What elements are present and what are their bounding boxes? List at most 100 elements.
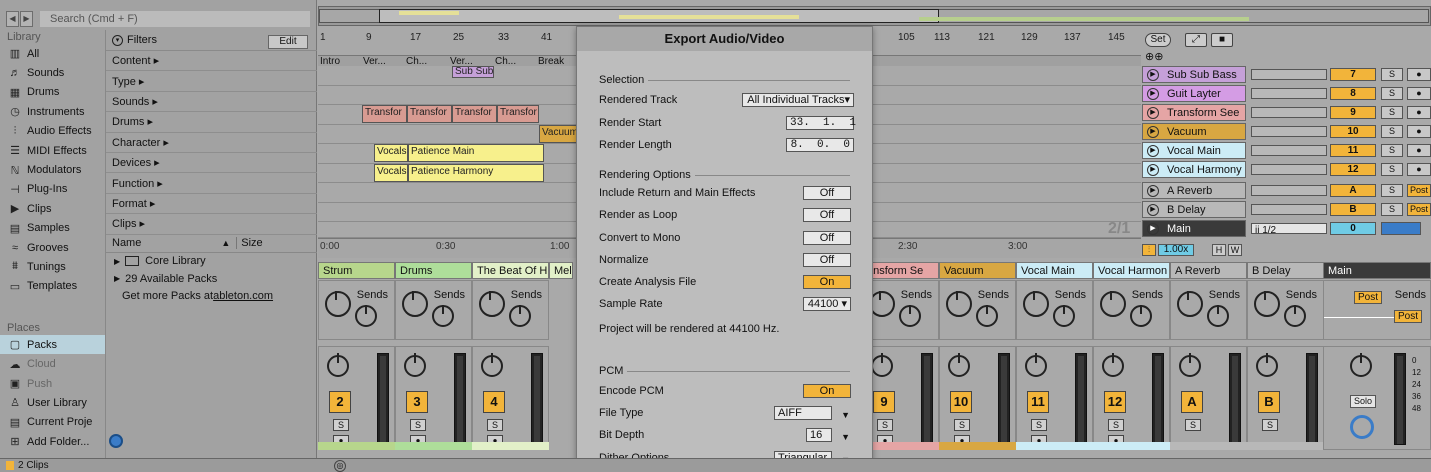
solo-button[interactable]: S xyxy=(1381,184,1403,197)
track-activator[interactable]: 8 xyxy=(1330,87,1376,100)
cue-volume-knob[interactable] xyxy=(1350,415,1374,439)
follow-icon[interactable]: ⫶ xyxy=(1142,244,1156,256)
solo-button[interactable] xyxy=(1381,222,1421,235)
arm-button[interactable]: ● xyxy=(1407,68,1431,81)
track-header[interactable]: ▶Mainii 1/200 xyxy=(1141,220,1431,238)
file-type-select[interactable]: AIFF xyxy=(774,406,832,420)
pan-knob[interactable] xyxy=(871,353,893,377)
ableton-link[interactable]: ableton.com xyxy=(213,290,273,302)
places-item[interactable]: ♙ User Library xyxy=(0,393,105,412)
track-input-bar[interactable] xyxy=(1251,204,1327,215)
clip[interactable]: Transfor xyxy=(362,105,407,123)
track-activator[interactable]: 10 xyxy=(950,391,972,413)
arm-button[interactable]: ● xyxy=(1407,144,1431,157)
strip-name[interactable]: Vocal Main xyxy=(1016,262,1093,279)
solo-button[interactable]: S xyxy=(877,419,893,431)
filter-row[interactable]: Clips ▸ xyxy=(106,214,317,235)
pan-knob[interactable] xyxy=(1025,353,1047,377)
volume-meter[interactable] xyxy=(377,353,389,445)
clip[interactable]: Vacuum xyxy=(539,124,579,143)
pan-knob[interactable] xyxy=(327,353,349,377)
solo-button[interactable]: S xyxy=(1381,163,1403,176)
track-activator[interactable]: B xyxy=(1258,391,1280,413)
send-b-knob[interactable] xyxy=(1053,305,1075,327)
track-input-bar[interactable]: ii 1/2 xyxy=(1251,223,1327,236)
encode-pcm-toggle[interactable]: On xyxy=(803,384,851,398)
play-icon[interactable]: ▶ xyxy=(1147,164,1159,176)
option-toggle[interactable]: Off xyxy=(803,186,851,200)
solo-button[interactable]: S xyxy=(954,419,970,431)
play-icon[interactable]: ▶ xyxy=(1147,204,1159,216)
main-output-select[interactable]: ii 1/2 xyxy=(1252,225,1276,236)
track-activator[interactable]: 4 xyxy=(483,391,505,413)
set-button[interactable]: Set xyxy=(1145,33,1171,47)
option-toggle[interactable]: Off xyxy=(803,253,851,267)
play-icon[interactable]: ▶ xyxy=(1147,185,1159,197)
track-activator[interactable]: 12 xyxy=(1330,163,1376,176)
h-button[interactable]: H xyxy=(1212,244,1226,256)
track-header[interactable]: ▶ Vocal Main 11 S ● xyxy=(1141,142,1431,160)
post-button[interactable]: Post xyxy=(1354,291,1382,304)
send-b-knob[interactable] xyxy=(432,305,454,327)
option-toggle[interactable]: Off xyxy=(803,231,851,245)
track-name[interactable]: ▶ B Delay xyxy=(1142,201,1246,218)
arm-button[interactable]: Post xyxy=(1407,184,1431,197)
play-icon[interactable]: ▶ xyxy=(1147,145,1159,157)
play-icon[interactable]: ▶ xyxy=(1147,126,1159,138)
expand-icon[interactable]: ⤢ xyxy=(1185,33,1207,47)
track-input-bar[interactable] xyxy=(1251,126,1327,137)
play-icon[interactable]: ▶ xyxy=(1147,88,1159,100)
send-a-knob[interactable] xyxy=(479,291,505,317)
post-button[interactable]: Post xyxy=(1394,310,1422,323)
volume-meter[interactable] xyxy=(1152,353,1164,445)
expand-arrow-icon[interactable]: ▶ xyxy=(114,257,120,266)
edit-filters-button[interactable]: Edit xyxy=(268,35,308,49)
solo-button[interactable]: S xyxy=(487,419,503,431)
strip-name[interactable]: Vacuum xyxy=(939,262,1016,279)
play-icon[interactable]: ▶ xyxy=(1147,107,1159,119)
nav-arrows-icon[interactable]: ⊕⊕ xyxy=(1145,50,1163,63)
track-activator[interactable]: A xyxy=(1330,184,1376,197)
track-input-bar[interactable] xyxy=(1251,164,1327,175)
send-a-knob[interactable] xyxy=(402,291,428,317)
sidebar-item[interactable]: ⊣ Plug-Ins xyxy=(0,180,105,199)
play-icon[interactable]: ▶ xyxy=(1147,223,1159,235)
clip[interactable]: Transfor xyxy=(407,105,452,123)
track-name[interactable]: ▶ Sub Sub Bass xyxy=(1142,66,1246,83)
chevron-down-icon[interactable]: ▼ xyxy=(841,405,850,425)
clip[interactable]: Sub Sub xyxy=(452,66,494,78)
track-name[interactable]: ▶ Vacuum xyxy=(1142,123,1246,140)
track-activator[interactable]: 10 xyxy=(1330,125,1376,138)
filter-row[interactable]: Sounds ▸ xyxy=(106,92,317,113)
arm-button[interactable]: ● xyxy=(1407,87,1431,100)
track-activator[interactable]: 11 xyxy=(1027,391,1049,413)
zoom-value[interactable]: 1.00x xyxy=(1158,244,1194,256)
track-name[interactable]: ▶ Vocal Main xyxy=(1142,142,1246,159)
filter-row[interactable]: Devices ▸ xyxy=(106,153,317,174)
solo-button[interactable]: S xyxy=(1381,106,1403,119)
sidebar-item[interactable]: ⩩ Tunings xyxy=(0,257,105,276)
track-name[interactable]: ▶ Guit Layter xyxy=(1142,85,1246,102)
chevron-down-icon[interactable]: ▼ xyxy=(841,427,850,447)
volume-meter[interactable] xyxy=(454,353,466,445)
pan-knob[interactable] xyxy=(1256,353,1278,377)
pan-knob[interactable] xyxy=(481,353,503,377)
volume-meter[interactable] xyxy=(921,353,933,445)
send-a-knob[interactable] xyxy=(1023,291,1049,317)
render-start-field[interactable]: 33. 1. 1 xyxy=(786,116,856,130)
sidebar-item[interactable]: ♬ Sounds xyxy=(0,63,105,82)
pan-knob[interactable] xyxy=(948,353,970,377)
size-column-header[interactable]: Size xyxy=(236,237,263,250)
sidebar-item[interactable]: ℕ Modulators xyxy=(0,160,105,179)
strip-name[interactable]: Drums xyxy=(395,262,472,279)
lock-icon[interactable]: ■ xyxy=(1211,33,1233,47)
back-arrow-icon[interactable]: ◀ xyxy=(6,11,19,27)
send-b-knob[interactable] xyxy=(976,305,998,327)
volume-meter[interactable] xyxy=(531,353,543,445)
name-column-header[interactable]: Name xyxy=(112,237,141,249)
volume-meter[interactable] xyxy=(1306,353,1318,445)
solo-button[interactable]: S xyxy=(1381,125,1403,138)
sort-up-icon[interactable]: ▲ xyxy=(221,238,230,248)
strip-name[interactable]: B Delay xyxy=(1247,262,1324,279)
bit-depth-select[interactable]: 16 xyxy=(806,428,832,442)
